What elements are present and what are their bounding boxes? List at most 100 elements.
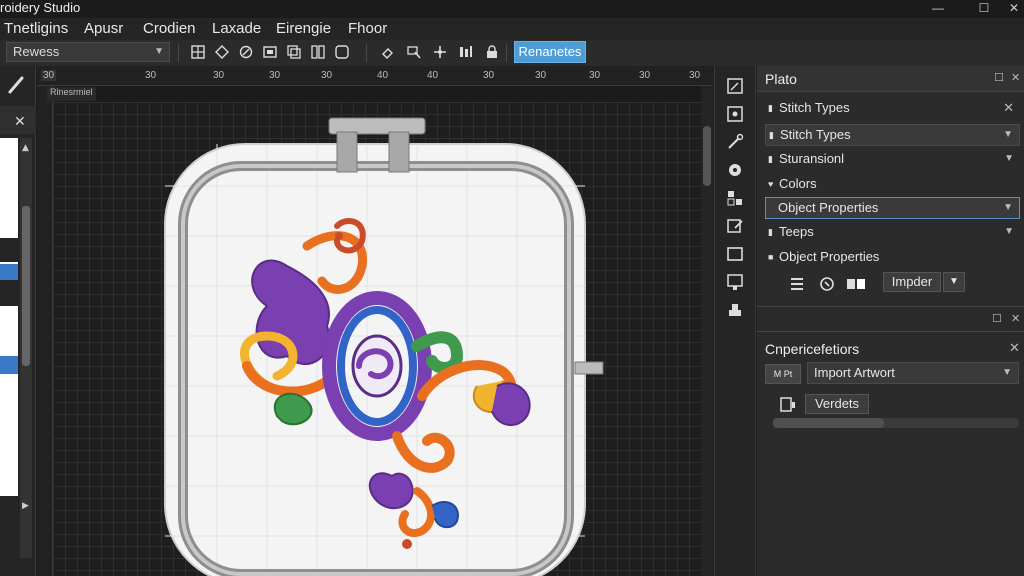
object-properties-header-label: Object Properties bbox=[779, 249, 880, 264]
layers-icon[interactable] bbox=[286, 44, 302, 60]
mini-badge[interactable]: M Pt bbox=[765, 364, 801, 384]
object-properties-dropdown-label: Object Properties bbox=[778, 200, 879, 215]
section-bullet-icon: ▮ bbox=[768, 103, 773, 113]
toolbar-divider bbox=[366, 44, 367, 62]
sturansionl-label: Sturansionl bbox=[779, 151, 845, 166]
close-icon[interactable]: ✕ bbox=[1009, 340, 1020, 356]
chevron-down-icon: ▼ bbox=[1004, 153, 1014, 164]
square-bullet-icon: ■ bbox=[768, 252, 774, 262]
panel-restore-button[interactable]: ☐ bbox=[992, 312, 1002, 325]
rotate-icon bbox=[820, 277, 834, 291]
row-bullet-icon: ▮ bbox=[768, 154, 773, 164]
toolbar-divider bbox=[506, 44, 507, 62]
stitch-types-section[interactable]: ▮ Stitch Types ✕ bbox=[765, 98, 1020, 120]
link-icon[interactable] bbox=[380, 44, 396, 60]
left-dock-graphics: ✕ ▲ ▶ bbox=[0, 76, 36, 558]
diamond-node-icon[interactable] bbox=[214, 44, 230, 60]
preset-value: Rewess bbox=[13, 44, 60, 59]
tool-column bbox=[714, 66, 756, 576]
plato-panel-header: Plato ☐ ✕ bbox=[757, 66, 1024, 92]
object-property-icons[interactable] bbox=[791, 274, 881, 294]
move-icon[interactable] bbox=[432, 44, 448, 60]
progress-fill bbox=[773, 418, 884, 428]
close-icon[interactable]: ✕ bbox=[1003, 98, 1014, 118]
select-box-icon[interactable] bbox=[725, 76, 745, 96]
embroidery-artwork[interactable] bbox=[37, 66, 713, 576]
sewing-machine-icon[interactable] bbox=[725, 300, 745, 320]
chevron-down-icon: ▼ bbox=[154, 46, 164, 57]
toolbar: Rewess ▼ Renanetes bbox=[0, 40, 1024, 66]
canvas-vertical-scrollbar[interactable] bbox=[701, 86, 713, 576]
panel-close-button[interactable]: ✕ bbox=[1011, 312, 1020, 325]
menu-item-2[interactable]: Apusr bbox=[84, 20, 123, 38]
close-button[interactable]: ✕ bbox=[1000, 0, 1024, 18]
panel-close-button[interactable]: ✕ bbox=[1011, 71, 1020, 84]
properties-panel: Plato ☐ ✕ ▮ Stitch Types ✕ ▮ Stitch Type… bbox=[757, 66, 1024, 576]
renaneles-button[interactable]: Renanetes bbox=[514, 41, 586, 63]
verdets-button[interactable]: Verdets bbox=[805, 394, 869, 414]
teeps-dropdown[interactable]: ▮ Teeps ▼ bbox=[765, 222, 1020, 244]
app-title: roidery Studio bbox=[0, 0, 81, 15]
svg-text:▲: ▲ bbox=[22, 143, 29, 153]
align-icon[interactable] bbox=[458, 44, 474, 60]
impder-button[interactable]: Impder bbox=[883, 272, 941, 292]
scrollbar-thumb[interactable] bbox=[703, 126, 711, 186]
chevron-down-icon: ▼ bbox=[1003, 202, 1013, 213]
svg-text:▶: ▶ bbox=[22, 501, 29, 511]
layout-grid-icon[interactable] bbox=[190, 44, 206, 60]
object-properties-header: ■ Object Properties bbox=[765, 247, 1020, 269]
row-bullet-icon: ▮ bbox=[768, 227, 773, 237]
menu-item-1[interactable]: Tnetligins bbox=[4, 20, 68, 38]
menu-item-5[interactable]: Eirengie bbox=[276, 20, 331, 38]
stitch-types-dropdown[interactable]: ▮ Stitch Types ▼ bbox=[765, 124, 1020, 146]
progress-bar bbox=[773, 418, 1019, 428]
brush-icon[interactable] bbox=[725, 132, 745, 152]
preset-dropdown[interactable]: Rewess ▼ bbox=[6, 42, 170, 62]
bottom-panel-topbar: ☐ ✕ bbox=[757, 306, 1024, 332]
rectangle-icon[interactable] bbox=[725, 244, 745, 264]
hoop-clamp-left bbox=[336, 131, 358, 173]
path-edit-icon[interactable] bbox=[238, 44, 254, 60]
node-edit-icon[interactable] bbox=[725, 104, 745, 124]
lock-icon[interactable] bbox=[484, 44, 500, 60]
row-bullet-icon: ▮ bbox=[769, 130, 774, 140]
configurations-panel-header: Cnpericefetiors ✕ bbox=[757, 336, 1024, 362]
minimize-button[interactable]: — bbox=[924, 0, 952, 18]
configurations-panel-title: Cnpericefetiors bbox=[765, 341, 860, 357]
svg-text:✕: ✕ bbox=[14, 114, 26, 130]
edit-shape-icon[interactable] bbox=[725, 216, 745, 236]
menu-bar: Tnetligins Apusr Crodien Laxade Eirengie… bbox=[0, 18, 1024, 40]
sturansionl-dropdown[interactable]: ▮ Sturansionl ▼ bbox=[765, 149, 1020, 171]
chevron-down-icon: ▼ bbox=[1003, 129, 1013, 140]
impder-dropdown-button[interactable]: ▼ bbox=[943, 272, 965, 292]
color-swatch-icon bbox=[847, 279, 865, 289]
stitch-grid-icon[interactable] bbox=[725, 188, 745, 208]
hoop-icon[interactable] bbox=[334, 44, 350, 60]
hoop-side-handle[interactable] bbox=[574, 361, 604, 375]
import-artwork-label: Import Artwort bbox=[814, 365, 895, 380]
left-dock: ✕ ▲ ▶ bbox=[0, 66, 36, 576]
teeps-label: Teeps bbox=[779, 224, 814, 239]
import-artwork-dropdown[interactable]: Import Artwort ▼ bbox=[807, 362, 1019, 384]
design-canvas[interactable]: 30 30 30 30 30 40 40 30 30 30 30 30 Rlne… bbox=[37, 66, 713, 576]
colors-label: Colors bbox=[779, 176, 817, 191]
menu-item-3[interactable]: Crodien bbox=[143, 20, 196, 38]
stack-icon bbox=[791, 278, 803, 290]
toolbar-divider bbox=[178, 44, 179, 62]
cursor-icon[interactable] bbox=[406, 44, 422, 60]
fill-icon[interactable] bbox=[725, 160, 745, 180]
document-icon bbox=[780, 397, 795, 412]
plato-panel-title: Plato bbox=[765, 71, 797, 87]
object-properties-dropdown[interactable]: Object Properties ▼ bbox=[765, 197, 1020, 219]
frame-icon[interactable] bbox=[262, 44, 278, 60]
chevron-down-icon: ▼ bbox=[1004, 226, 1014, 237]
colors-row[interactable]: ♥ Colors bbox=[765, 174, 1020, 196]
split-icon[interactable] bbox=[310, 44, 326, 60]
menu-item-6[interactable]: Fhoor bbox=[348, 20, 387, 38]
maximize-button[interactable]: ☐ bbox=[970, 0, 998, 18]
panel-restore-button[interactable]: ☐ bbox=[994, 71, 1004, 84]
menu-item-4[interactable]: Laxade bbox=[212, 20, 261, 38]
text-frame-icon[interactable] bbox=[725, 272, 745, 292]
hoop-clamp-right bbox=[388, 131, 410, 173]
heart-icon: ♥ bbox=[768, 179, 774, 189]
